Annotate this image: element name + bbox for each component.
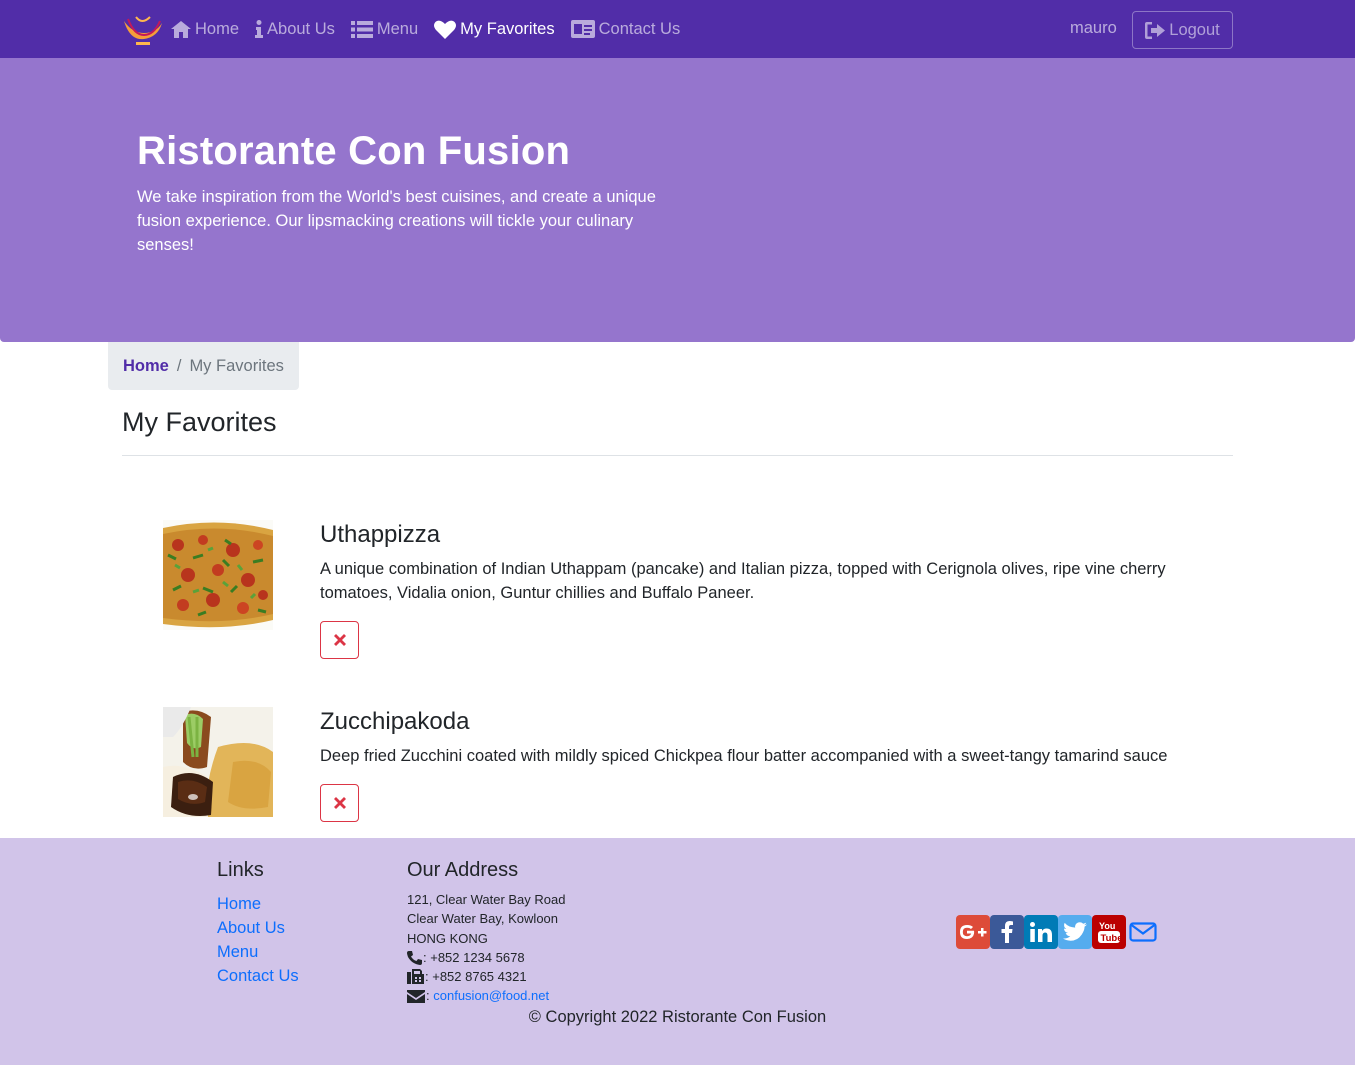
footer-link-contact[interactable]: Contact Us (217, 964, 299, 988)
address-line: Clear Water Bay, Kowloon (407, 911, 559, 927)
address-card-icon (570, 20, 595, 38)
footer-link-home[interactable]: Home (217, 892, 299, 916)
nav-favorites-label: My Favorites (460, 19, 555, 38)
phone-number: : +852 1234 5678 (423, 949, 525, 965)
dish-image-uthappizza (163, 520, 273, 630)
phone-icon (407, 950, 422, 965)
breadcrumb-current: My Favorites (189, 356, 284, 375)
facebook-icon (1001, 921, 1013, 943)
footer-address-title: Our Address (407, 859, 519, 881)
footer-links: Home About Us Menu Contact Us (217, 892, 299, 988)
nav-home[interactable]: Home (171, 0, 239, 58)
nav-menu[interactable]: Menu (350, 0, 419, 58)
google-plus-icon (960, 925, 987, 939)
linkedin-button[interactable] (1024, 915, 1058, 949)
nav-favorites[interactable]: My Favorites (434, 0, 555, 58)
footer: Links Home About Us Menu Contact Us Our … (0, 838, 1355, 1065)
email-row: : confusion@food.net (407, 986, 565, 1005)
footer-links-title: Links (217, 859, 264, 881)
fax-row: : +852 8765 4321 (407, 967, 565, 986)
dish-description: A unique combination of Indian Uthappam … (320, 560, 1166, 602)
restaurant-logo[interactable] (122, 11, 164, 47)
breadcrumb: Home / My Favorites (108, 342, 299, 390)
nav-contact-label: Contact Us (598, 19, 681, 38)
page-title: My Favorites (122, 407, 277, 437)
remove-favorite-button[interactable] (320, 784, 359, 822)
fax-icon (407, 969, 424, 985)
jumbotron-text: We take inspiration from the World's bes… (137, 188, 656, 254)
envelope-outline-icon (1129, 922, 1157, 942)
nav-contact[interactable]: Contact Us (570, 0, 681, 58)
dish-name: Uthappizza (320, 521, 441, 548)
logout-label: Logout (1169, 20, 1220, 39)
jumbotron: Ristorante Con Fusion We take inspiratio… (0, 58, 1355, 342)
remove-favorite-button[interactable] (320, 621, 359, 659)
dish-image-zucchipakoda (163, 707, 273, 817)
youtube-button[interactable]: You Tube (1092, 915, 1126, 949)
nav-about[interactable]: About Us (255, 0, 335, 58)
breadcrumb-home[interactable]: Home (123, 357, 169, 376)
times-icon (333, 797, 346, 809)
phone-row: : +852 1234 5678 (407, 948, 565, 967)
dish-description: Deep fried Zucchini coated with mildly s… (320, 747, 1168, 765)
sign-out-icon (1145, 21, 1166, 39)
jumbotron-title: Ristorante Con Fusion (137, 129, 571, 173)
email-link[interactable]: confusion@food.net (433, 986, 549, 1005)
footer-link-menu[interactable]: Menu (217, 940, 299, 964)
youtube-icon: You Tube (1098, 921, 1121, 944)
breadcrumb-separator: / (176, 356, 182, 375)
nav-about-label: About Us (267, 19, 335, 38)
home-icon (171, 20, 191, 38)
nav-home-label: Home (195, 19, 240, 38)
envelope-icon (407, 989, 425, 1003)
nav-menu-label: Menu (376, 19, 419, 38)
dish-name: Zucchipakoda (320, 708, 470, 735)
linkedin-icon (1030, 922, 1052, 942)
divider (122, 455, 1233, 456)
google-plus-button[interactable] (956, 915, 990, 949)
social-buttons: You Tube (956, 915, 1160, 949)
username: mauro (1070, 19, 1117, 37)
twitter-icon (1063, 922, 1087, 941)
heart-icon (434, 20, 457, 39)
email-button[interactable] (1126, 915, 1160, 949)
svg-text:Tube: Tube (1101, 933, 1121, 944)
copyright: © Copyright 2022 Ristorante Con Fusion (528, 1008, 827, 1026)
address-line: HONG KONG (407, 930, 488, 946)
logout-button[interactable]: Logout (1132, 11, 1233, 49)
address-block: 121, Clear Water Bay Road Clear Water Ba… (407, 890, 565, 1006)
times-icon (333, 634, 346, 646)
facebook-button[interactable] (990, 915, 1024, 949)
navbar: Home About Us Menu My Favorites Contact … (0, 0, 1355, 58)
fax-number: : +852 8765 4321 (425, 969, 527, 985)
twitter-button[interactable] (1058, 915, 1092, 949)
email-prefix: : (426, 988, 430, 1004)
info-icon (255, 20, 264, 38)
footer-link-about[interactable]: About Us (217, 916, 299, 940)
address-line: 121, Clear Water Bay Road (407, 892, 566, 907)
svg-text:You: You (1099, 921, 1115, 931)
list-icon (350, 20, 373, 38)
